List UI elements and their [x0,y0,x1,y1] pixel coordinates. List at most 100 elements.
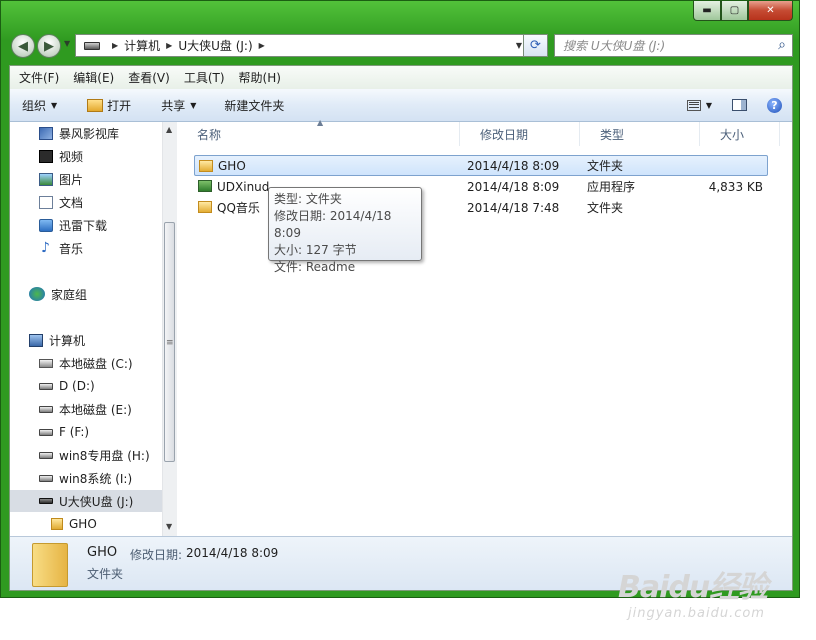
watermark-url: jingyan.baidu.com [628,606,765,621]
chevron-down-icon: ▼ [190,100,197,110]
organize-label: 组织 [22,98,47,113]
address-dropdown-icon[interactable]: ▼ [516,41,522,50]
search-placeholder: 搜索 U大侠U盘 (J:) [563,39,666,53]
nav-item-label: 图片 [59,172,84,187]
command-bar: 组织 ▼ 打开 共享 ▼ 新建文件夹 ▼ ? [10,89,792,122]
disk-icon [39,428,53,436]
nav-item-xunlei-downloads[interactable]: 迅雷下载 [10,214,176,236]
close-button[interactable]: ✕ [748,1,793,21]
navigation-pane: 暴风影视库 视频 图片 文档 迅雷下载 ♪ 音乐 家庭组 计算机 本地磁盘 (C:… [10,122,177,536]
usb-drive-icon [39,498,53,504]
nav-item-documents[interactable]: 文档 [10,191,176,213]
open-icon [87,98,104,112]
nav-item-drive-d[interactable]: D (D:) [10,375,176,397]
change-view-button[interactable]: ▼ [681,99,718,111]
chevron-right-icon[interactable]: ▶ [166,41,172,50]
tooltip-size: 大小: 127 字节 [274,243,357,257]
folder-icon [32,543,68,587]
scroll-down-icon[interactable]: ▼ [166,522,172,531]
nav-item-drive-i[interactable]: win8系统 (I:) [10,467,176,489]
nav-item-gho-folder[interactable]: GHO [10,513,176,535]
chevron-right-icon[interactable]: ▶ [112,41,118,50]
recent-pages-dropdown[interactable]: ▼ [64,39,70,48]
scrollbar-grip-icon: ≡ [166,338,174,348]
caption-buttons: ▬ ▢ ✕ [693,1,793,21]
menu-file[interactable]: 文件(F) [14,69,64,86]
breadcrumb-computer[interactable]: 计算机 [124,37,160,54]
library-icon [39,126,53,140]
file-modified: 2014/4/18 8:09 [467,158,560,173]
back-button[interactable]: ◀ [11,34,35,58]
forward-button[interactable]: ▶ [37,34,61,58]
new-folder-button[interactable]: 新建文件夹 [218,97,290,114]
help-icon: ? [767,97,782,113]
file-row[interactable]: GHO 2014/4/18 8:09 文件夹 [194,155,768,176]
preview-pane-icon [732,99,747,111]
nav-item-drive-h[interactable]: win8专用盘 (H:) [10,444,176,466]
disk-icon [39,474,53,482]
nav-item-drive-j[interactable]: U大侠U盘 (J:) [10,490,176,512]
nav-item-library[interactable]: 暴风影视库 [10,122,176,144]
nav-item-label: 音乐 [59,241,84,256]
explorer-client-area: 文件(F) 编辑(E) 查看(V) 工具(T) 帮助(H) 组织 ▼ 打开 共享 ▼… [9,65,793,591]
preview-pane-button[interactable] [726,99,753,111]
file-name: QQ音乐 [217,201,260,215]
computer-icon [29,333,43,347]
nav-item-drive-f[interactable]: F (F:) [10,421,176,443]
address-bar[interactable]: ▶ 计算机 ▶ U大侠U盘 (J:) ▶ ▼ [75,34,527,57]
open-button[interactable]: 打开 [81,97,137,114]
baidu-jingyan-watermark: Baidu经验 jingyan.baidu.com [618,562,810,628]
nav-item-videos[interactable]: 视频 [10,145,176,167]
chevron-down-icon: ▼ [705,100,712,110]
nav-item-drive-c[interactable]: 本地磁盘 (C:) [10,352,176,374]
details-type: 文件夹 [87,567,124,581]
nav-item-drive-e[interactable]: 本地磁盘 (E:) [10,398,176,420]
file-size: 4,833 KB [708,179,763,194]
column-header-size[interactable]: 大小 [700,122,780,146]
details-modified-value: 2014/4/18 8:09 [186,546,279,560]
nav-item-pictures[interactable]: 图片 [10,168,176,190]
nav-item-label: 迅雷下载 [59,218,108,233]
nav-item-label: 文档 [59,195,84,210]
maximize-button[interactable]: ▢ [721,1,748,21]
nav-item-label: U大侠U盘 (J:) [59,494,134,509]
nav-item-label: 本地磁盘 (C:) [59,356,133,371]
chevron-right-icon[interactable]: ▶ [259,41,265,50]
menu-help[interactable]: 帮助(H) [234,69,286,86]
drive-icon [84,41,100,50]
explorer-window: ▬ ▢ ✕ ◀ ▶ ▼ ▶ 计算机 ▶ U大侠U盘 (J:) ▶ ▼ ⟳ 搜索 … [0,0,800,598]
search-input[interactable]: 搜索 U大侠U盘 (J:) ⌕ [554,34,793,57]
nav-item-homegroup[interactable]: 家庭组 [10,283,176,305]
share-button[interactable]: 共享 ▼ [155,97,202,114]
column-label: 名称 [197,127,222,142]
menu-edit[interactable]: 编辑(E) [68,69,119,86]
column-header-type[interactable]: 类型 [580,122,700,146]
download-icon [39,218,53,232]
nav-item-computer[interactable]: 计算机 [10,329,176,351]
menu-tools[interactable]: 工具(T) [179,69,230,86]
watermark-logo: Baidu经验 [618,570,768,605]
nav-item-label: 视频 [59,149,84,164]
nav-item-label: 本地磁盘 (E:) [59,402,132,417]
scroll-up-icon[interactable]: ▲ [166,125,172,134]
menu-view[interactable]: 查看(V) [123,69,175,86]
file-tooltip: 类型: 文件夹 修改日期: 2014/4/18 8:09 大小: 127 字节 … [268,187,422,274]
back-arrow-icon: ◀ [18,38,28,54]
tooltip-files: 文件: Readme [274,260,356,274]
navigation-pane-scrollbar[interactable]: ▲ ≡ ▼ [162,122,177,536]
file-modified: 2014/4/18 8:09 [467,179,560,194]
nav-item-label: win8系统 (I:) [59,471,133,486]
organize-button[interactable]: 组织 ▼ [16,97,63,114]
help-button[interactable]: ? [761,97,788,113]
column-header-modified[interactable]: 修改日期 [460,122,580,146]
nav-item-music[interactable]: ♪ 音乐 [10,237,176,259]
file-name: UDXinud [217,179,270,194]
search-icon[interactable]: ⌕ [778,37,786,53]
minimize-button[interactable]: ▬ [693,1,721,21]
breadcrumb-current-drive[interactable]: U大侠U盘 (J:) [178,37,252,54]
disk-icon [39,382,53,390]
share-label: 共享 [161,98,186,113]
column-header-name[interactable]: 名称 ▲ [177,118,460,146]
refresh-button[interactable]: ⟳ [523,34,548,57]
forward-arrow-icon: ▶ [44,38,54,54]
